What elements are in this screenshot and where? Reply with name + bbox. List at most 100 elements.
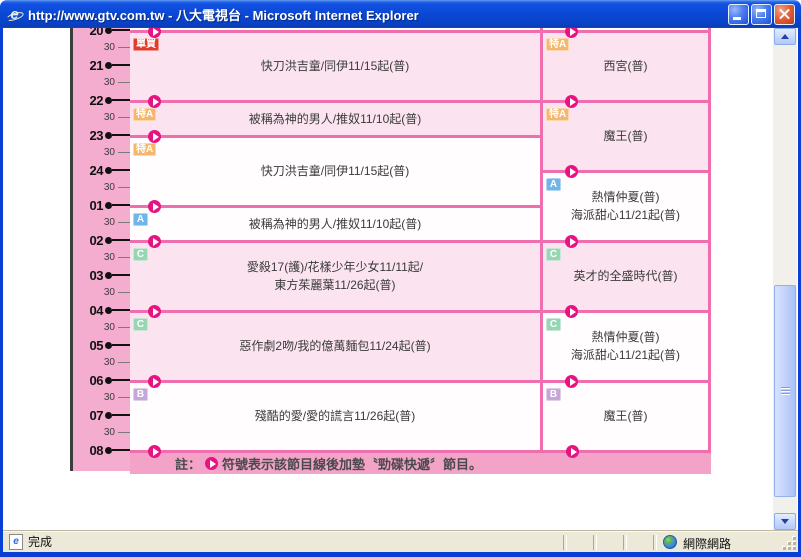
internet-zone-globe-icon [663,535,677,549]
window-border-bottom [0,552,801,557]
program-cell: 特A西宮(普) [543,30,708,100]
note-text: 註： 符號表示該節目線後加墊〝勁碟快遞〞節目。 [175,453,482,474]
program-title: 魔王(普) [604,409,648,424]
half-hour-dash [118,397,130,398]
arrow-up-icon [781,34,789,39]
browser-window: e http://www.gtv.com.tw - 八大電視台 - Micros… [0,0,801,557]
scrollbar-thumb[interactable] [774,285,796,497]
half-hour-tick: 30 [73,425,130,439]
hour-line [112,344,130,346]
play-icon [566,445,579,458]
close-button[interactable] [774,4,795,25]
hour-line [112,414,130,416]
status-bar: e 完成 網際網路 [3,530,798,552]
scroll-up-button[interactable] [774,28,796,45]
program-cell: A熱情仲夏(普)海派甜心11/21起(普) [543,170,708,240]
table-right-border [708,28,711,471]
program-title-block: 英才的全盛時代(普) [543,243,708,310]
hour-dot-icon [105,28,112,34]
program-cell: 特A魔王(普) [543,100,708,170]
program-title-block: 魔王(普) [543,103,708,170]
statusbar-separator [623,535,627,550]
program-title: 快刀洪吉童/同伊11/15起(普) [261,59,409,74]
program-title: 愛殺17(護)/花樣少年少女11/11起/ [247,260,423,275]
program-title: 熱情仲夏(普) [592,330,660,345]
hour-tick: 01 [73,197,130,213]
program-title-block: 被稱為神的男人/推奴11/10起(普) [130,103,540,135]
program-cell: 特A快刀洪吉童/同伊11/15起(普) [130,135,540,205]
hour-line [112,379,130,381]
program-cell: 單買快刀洪吉童/同伊11/15起(普) [130,30,540,100]
page-content: 2030213022302330243001300230033004300530… [3,28,773,530]
statusbar-separator [593,535,597,550]
hour-tick: 23 [73,127,130,143]
hour-tick: 21 [73,57,130,73]
program-title-block: 熱情仲夏(普) 海派甜心11/21起(普) [543,313,708,380]
half-hour-dash [118,187,130,188]
program-title: 英才的全盛時代(普) [574,269,678,284]
time-axis: 2030213022302330243001300230033004300530… [73,28,130,471]
schedule-table: 2030213022302330243001300230033004300530… [3,28,773,530]
program-cell: C惡作劇2吻/我的億萬麵包11/24起(普) [130,310,540,380]
hour-dot-icon [105,132,112,139]
program-cell: B殘酷的愛/愛的謊言11/26起(普) [130,380,540,450]
half-hour-tick: 30 [73,390,130,404]
hour-tick: 04 [73,302,130,318]
program-title: 西宮(普) [604,59,648,74]
vertical-scrollbar[interactable] [773,28,797,530]
hour-dot-icon [105,342,112,349]
half-hour-dash [118,362,130,363]
program-title-block: 西宮(普) [543,33,708,100]
play-icon [205,457,218,470]
note-body: 符號表示該節目線後加墊〝勁碟快遞〞節目。 [222,454,482,473]
half-hour-tick: 30 [73,285,130,299]
scroll-down-button[interactable] [774,513,796,530]
hour-line [112,29,130,31]
program-title-block: 被稱為神的男人/推奴11/10起(普) [130,208,540,240]
hour-tick: 03 [73,267,130,283]
resize-grip[interactable] [782,536,796,550]
program-title-block: 愛殺17(護)/花樣少年少女11/11起/東方茱麗葉11/26起(普) [130,243,540,310]
program-title: 海派甜心11/21起(普) [571,208,680,223]
hour-line [112,274,130,276]
half-hour-tick: 30 [73,180,130,194]
document-icon: e [9,534,23,550]
hour-dot-icon [105,377,112,384]
half-hour-dash [118,257,130,258]
hour-line [112,204,130,206]
hour-dot-icon [105,307,112,314]
title-bar[interactable]: e http://www.gtv.com.tw - 八大電視台 - Micros… [0,0,801,28]
half-hour-tick: 30 [73,75,130,89]
hour-tick: 08 [73,442,130,458]
program-cell: A被稱為神的男人/推奴11/10起(普) [130,205,540,240]
hour-tick: 05 [73,337,130,353]
window-controls [728,4,795,25]
half-hour-dash [118,327,130,328]
program-title-block: 快刀洪吉童/同伊11/15起(普) [130,138,540,205]
note-prefix: 註： [175,454,201,473]
hour-dot-icon [105,447,112,454]
program-cell: 特A被稱為神的男人/推奴11/10起(普) [130,100,540,135]
hour-line [112,239,130,241]
hour-dot-icon [105,272,112,279]
program-title: 海派甜心11/21起(普) [571,348,680,363]
program-title: 魔王(普) [604,129,648,144]
half-hour-tick: 30 [73,355,130,369]
program-title: 熱情仲夏(普) [592,190,660,205]
minimize-button[interactable] [728,4,749,25]
hour-tick: 06 [73,372,130,388]
hour-dot-icon [105,412,112,419]
hour-dot-icon [105,237,112,244]
half-hour-tick: 30 [73,40,130,54]
hour-tick: 07 [73,407,130,423]
arrow-down-icon [781,519,789,524]
program-title-block: 惡作劇2吻/我的億萬麵包11/24起(普) [130,313,540,380]
hour-line [112,169,130,171]
schedule-column-left: 單買快刀洪吉童/同伊11/15起(普)特A被稱為神的男人/推奴11/10起(普)… [130,28,540,471]
half-hour-tick: 30 [73,250,130,264]
hour-line [112,134,130,136]
half-hour-dash [118,82,130,83]
half-hour-tick: 30 [73,215,130,229]
schedule-column-right: 特A西宮(普)特A魔王(普)A熱情仲夏(普)海派甜心11/21起(普)C英才的全… [543,28,708,471]
maximize-button[interactable] [751,4,772,25]
